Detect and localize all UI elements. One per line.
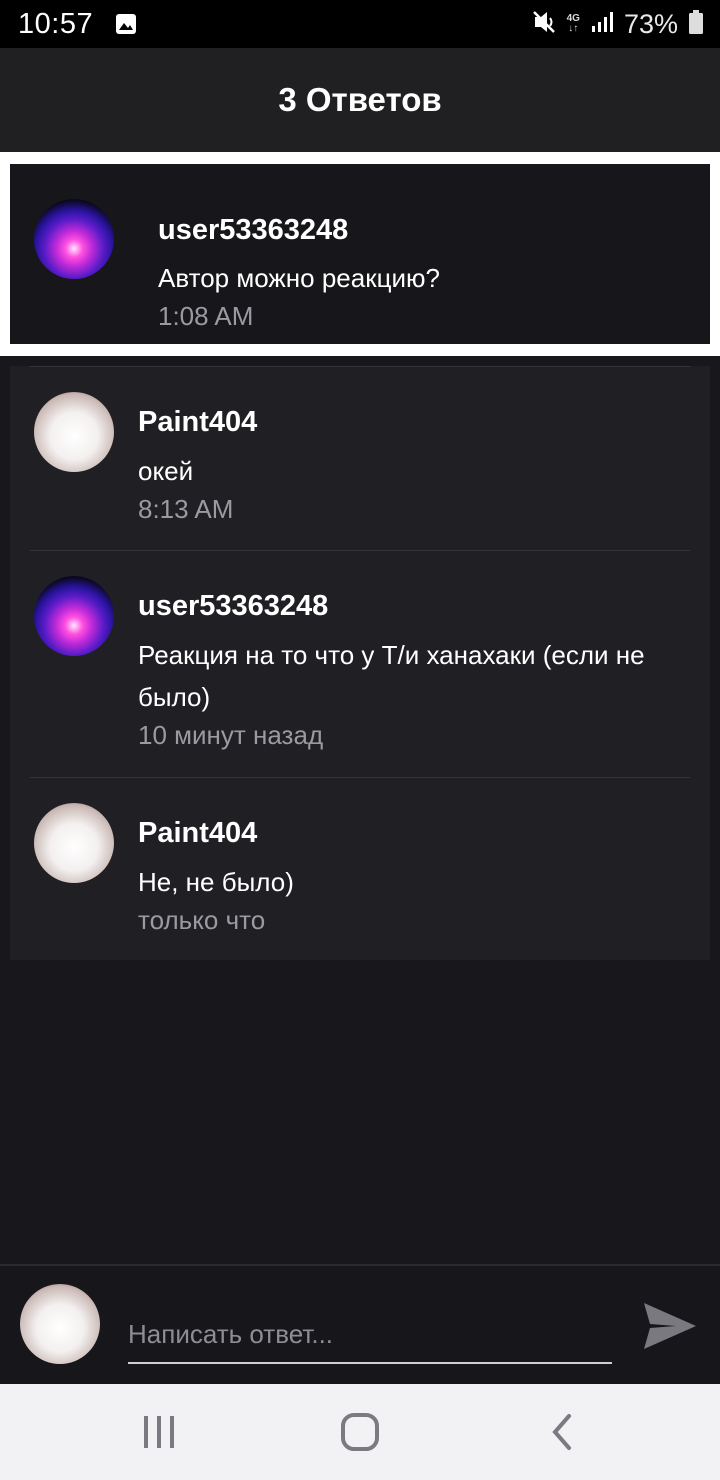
reply-input-placeholder: Написать ответ... (128, 1318, 334, 1349)
mute-icon (531, 9, 557, 40)
navigation-bar (0, 1384, 720, 1480)
battery-percent: 73% (623, 8, 678, 39)
comment-text: окей (138, 456, 194, 486)
list-item[interactable]: Paint404 Не, не было) только что (10, 777, 710, 960)
avatar[interactable] (34, 803, 114, 883)
send-icon (642, 1301, 698, 1356)
comment-time: 8:13 AM (138, 494, 234, 524)
gallery-icon (115, 13, 137, 35)
comment-time: только что (138, 905, 266, 935)
status-time: 10:57 (18, 7, 94, 40)
parent-comment[interactable]: user53363248 Автор можно реакцию? 1:08 A… (10, 164, 710, 344)
avatar[interactable] (34, 576, 114, 656)
avatar (20, 1284, 100, 1364)
reply-input-bar: Написать ответ... (0, 1264, 720, 1384)
home-icon (340, 1412, 380, 1457)
list-item[interactable]: user53363248 Реакция на то что у Т/и хан… (10, 550, 710, 777)
comment-author[interactable]: Paint404 (138, 817, 257, 850)
comment-text: Реакция на то что у Т/и ханахаки (если н… (138, 640, 645, 712)
comment-time: 1:08 AM (158, 301, 254, 331)
comment-text: Не, не было) (138, 867, 294, 897)
comment-time: 10 минут назад (138, 720, 324, 750)
signal-icon (590, 10, 614, 39)
page-title: 3 Ответов (278, 81, 442, 118)
status-bar: 10:57 4G ↓↑ 73% (0, 0, 720, 48)
back-icon (547, 1412, 577, 1457)
header: 3 Ответов (0, 48, 720, 152)
comment-author[interactable]: user53363248 (158, 214, 348, 247)
avatar[interactable] (34, 199, 114, 279)
list-item[interactable]: Paint404 окей 8:13 AM (10, 366, 710, 550)
home-button[interactable] (330, 1412, 390, 1456)
network-type: 4G ↓↑ (566, 13, 580, 34)
send-button[interactable] (640, 1298, 700, 1358)
comment-text: Автор можно реакцию? (158, 263, 440, 293)
status-icons: 4G ↓↑ 73% (531, 9, 704, 40)
parent-comment-frame: user53363248 Автор можно реакцию? 1:08 A… (0, 152, 720, 356)
battery-icon (688, 9, 704, 40)
reply-input[interactable]: Написать ответ... (128, 1306, 612, 1364)
recents-button[interactable] (129, 1412, 189, 1456)
replies-list: Paint404 окей 8:13 AM user53363248 Реакц… (10, 366, 710, 960)
comment-author[interactable]: Paint404 (138, 406, 257, 439)
back-button[interactable] (532, 1412, 592, 1456)
recents-icon (141, 1414, 177, 1455)
avatar[interactable] (34, 392, 114, 472)
comment-author[interactable]: user53363248 (138, 590, 328, 623)
